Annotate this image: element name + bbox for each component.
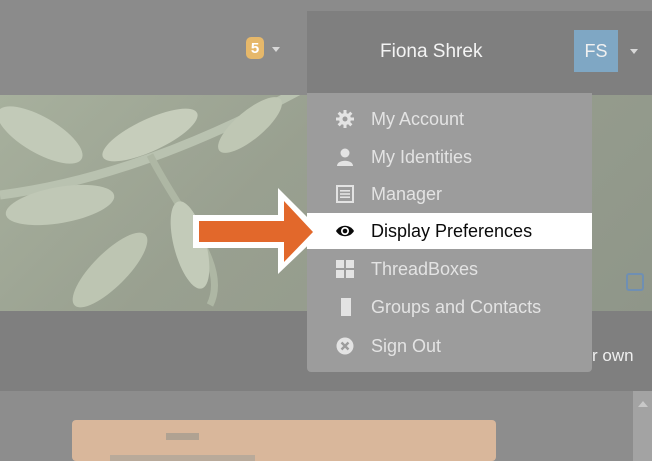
eye-icon — [336, 222, 354, 240]
list-icon — [336, 185, 354, 203]
band-text: r own — [592, 346, 634, 365]
menu-item-label: My Account — [371, 108, 465, 129]
menu-item-threadboxes[interactable]: ThreadBoxes — [307, 251, 592, 287]
menu-item-my-account[interactable]: My Account — [307, 101, 592, 137]
grid-icon — [336, 260, 354, 278]
menu-item-label: Manager — [371, 183, 443, 204]
close-circle-icon — [336, 337, 354, 355]
book-icon — [336, 298, 354, 316]
menu-item-label: Groups and Contacts — [371, 296, 542, 317]
card-text-line — [110, 455, 255, 461]
annotation-arrow-icon — [193, 188, 322, 274]
user-icon — [336, 148, 354, 166]
notification-chevron-down-icon[interactable] — [272, 47, 280, 52]
menu-item-manager[interactable]: Manager — [307, 176, 592, 212]
gear-icon — [336, 110, 354, 128]
card-thumbnail — [166, 433, 199, 440]
menu-item-label: Display Preferences — [371, 220, 533, 241]
menu-item-my-identities[interactable]: My Identities — [307, 139, 592, 175]
menu-item-label: My Identities — [371, 146, 473, 167]
menu-item-groups-and-contacts[interactable]: Groups and Contacts — [307, 289, 592, 325]
menu-item-label: ThreadBoxes — [371, 258, 479, 279]
user-dropdown-menu: My Account My Identities Manager Display… — [307, 93, 592, 372]
user-name[interactable]: Fiona Shrek — [380, 41, 482, 63]
edit-icon[interactable] — [626, 273, 644, 291]
menu-item-display-preferences[interactable]: Display Preferences — [307, 213, 592, 249]
menu-item-sign-out[interactable]: Sign Out — [307, 328, 592, 364]
avatar[interactable]: FS — [574, 30, 618, 72]
menu-item-label: Sign Out — [371, 335, 442, 356]
user-chevron-down-icon[interactable] — [630, 49, 638, 54]
notification-badge[interactable]: 5 — [246, 37, 264, 59]
scroll-up-icon[interactable] — [638, 401, 648, 407]
